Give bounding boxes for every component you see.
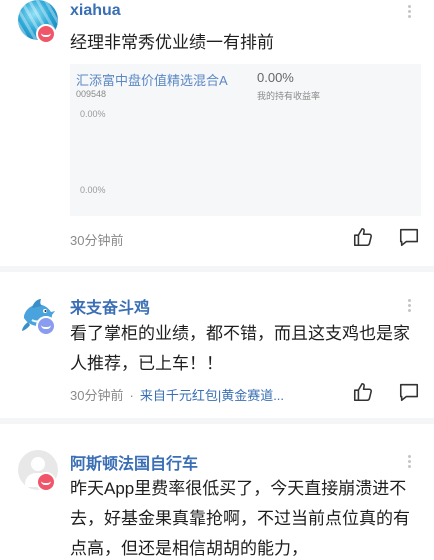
meta-separator: · [129, 388, 134, 403]
thumbs-up-icon[interactable] [352, 226, 374, 248]
comment-text: 经理非常秀优业绩一有排前 [70, 33, 274, 52]
chart-tick-label: 0.00% [80, 185, 106, 195]
fund-return-value: 0.00% [257, 70, 294, 85]
comment-text: 昨天App里费率很低买了，今天直接崩溃进不去，好基金果真靠抢啊，不过当前点位真的… [70, 479, 410, 558]
comment-text: 看了掌柜的业绩，都不错，而且这支鸡也是家人推荐，已上车！！ [70, 324, 410, 373]
thumbs-up-icon[interactable] [352, 381, 374, 403]
smile-badge-icon [36, 472, 56, 492]
divider [0, 418, 434, 424]
post-meta: 30分钟前 [70, 230, 123, 249]
comment-icon[interactable] [398, 226, 420, 248]
fund-name: 汇添富中盘价值精选混合A [76, 73, 228, 88]
username[interactable]: xiahua [70, 2, 121, 20]
comment-post: xiahua 经理非常秀优业绩一有排前 汇添富中盘价值精选混合A 009548 … [0, 0, 434, 268]
smile-badge-icon [36, 24, 56, 44]
username[interactable]: 阿斯顿法国自行车 [70, 450, 198, 474]
fund-card[interactable]: 汇添富中盘价值精选混合A 009548 0.00% 我的持有收益率 0.00% … [70, 64, 421, 216]
comment-post: 来支奋斗鸡 看了掌柜的业绩，都不错，而且这支鸡也是家人推荐，已上车！！ 30分钟… [0, 272, 434, 416]
post-time: 30分钟前 [70, 388, 124, 403]
post-time: 30分钟前 [70, 233, 124, 248]
post-source-link[interactable]: 来自千元红包|黄金赛道... [140, 388, 284, 403]
post-meta: 30分钟前 · 来自千元红包|黄金赛道... [70, 385, 284, 404]
smile-badge-icon [36, 316, 56, 336]
comment-post: 阿斯顿法国自行车 昨天App里费率很低买了，今天直接崩溃进不去，好基金果真靠抢啊… [0, 426, 434, 560]
fund-return-label: 我的持有收益率 [257, 91, 321, 101]
chart-tick-label: 0.00% [80, 109, 106, 119]
username[interactable]: 来支奋斗鸡 [70, 294, 150, 318]
comment-icon[interactable] [398, 381, 420, 403]
more-vertical-icon[interactable] [408, 299, 412, 312]
more-vertical-icon[interactable] [408, 5, 412, 18]
more-vertical-icon[interactable] [408, 455, 412, 468]
fund-code: 009548 [76, 89, 107, 99]
